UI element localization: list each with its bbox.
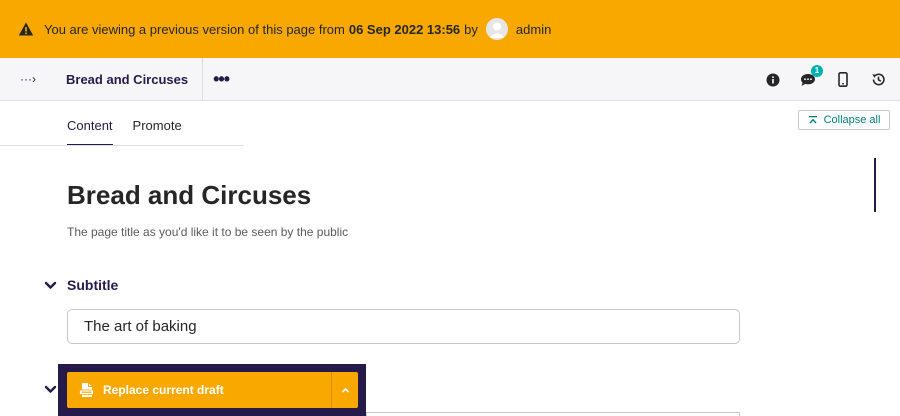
- comments-count-badge: 1: [811, 64, 823, 77]
- editor-tabs: Content Promote: [67, 101, 202, 146]
- page-name-breadcrumb[interactable]: Bread and Circuses: [56, 57, 204, 101]
- banner-by: by: [464, 21, 478, 37]
- subtitle-label: Subtitle: [67, 277, 119, 293]
- more-actions-button[interactable]: •••: [213, 69, 230, 90]
- page-header: ···› Bread and Circuses ••• 1: [0, 57, 900, 101]
- action-button-group: Replace current draft: [67, 372, 358, 408]
- page-title: Bread and Circuses: [67, 180, 312, 210]
- collapse-all-label: Collapse all: [823, 114, 881, 126]
- next-field-input[interactable]: [366, 412, 740, 416]
- title-help-text: The page title as you'd like it to be se…: [67, 225, 349, 239]
- collapse-all-button[interactable]: Collapse all: [798, 110, 890, 130]
- revision-banner: You are viewing a previous version of th…: [0, 0, 900, 58]
- subtitle-section: Subtitle: [44, 277, 118, 293]
- chevron-up-icon: [341, 387, 349, 393]
- replace-current-draft-button[interactable]: Replace current draft: [67, 372, 331, 408]
- history-icon[interactable]: [870, 72, 886, 88]
- header-actions: 1: [765, 58, 886, 101]
- comments-icon[interactable]: 1: [800, 64, 823, 88]
- tab-content[interactable]: Content: [67, 118, 113, 146]
- warning-icon: [18, 21, 34, 37]
- breadcrumb-toggle-button[interactable]: ···›: [0, 58, 56, 101]
- banner-user: admin: [515, 21, 552, 37]
- chevron-down-icon[interactable]: [44, 383, 57, 396]
- banner-date: 06 Sep 2022 13:56: [348, 21, 461, 37]
- chevron-down-icon[interactable]: [44, 279, 57, 292]
- info-icon[interactable]: [765, 72, 781, 88]
- more-actions-toggle[interactable]: [331, 372, 358, 408]
- tabs-divider: [0, 145, 244, 146]
- scroll-position-indicator: [874, 158, 876, 212]
- subtitle-input[interactable]: [67, 309, 740, 344]
- banner-text: You are viewing a previous version of th…: [44, 21, 345, 37]
- draft-icon: [79, 383, 94, 397]
- tab-promote[interactable]: Promote: [133, 118, 182, 146]
- replace-current-draft-label: Replace current draft: [103, 383, 224, 397]
- mobile-preview-icon[interactable]: [835, 72, 851, 88]
- collapse-icon: [808, 116, 817, 124]
- avatar: [485, 18, 508, 40]
